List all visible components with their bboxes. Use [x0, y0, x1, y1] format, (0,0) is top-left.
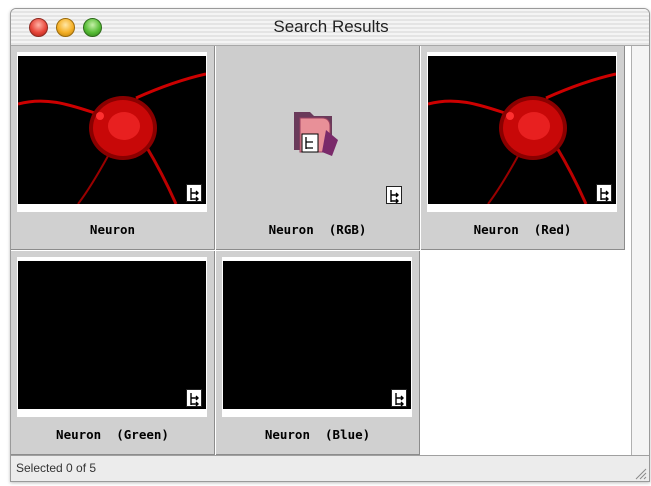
black-image	[18, 261, 206, 409]
result-label: Neuron (RGB)	[268, 222, 367, 237]
vertical-scrollbar[interactable]	[632, 46, 649, 455]
thumbnail	[427, 52, 617, 212]
neuron-image	[428, 56, 616, 204]
black-image	[223, 261, 411, 409]
result-label: Neuron (Blue)	[264, 427, 371, 442]
result-item-neuron-green[interactable]: Neuron (Green)	[11, 251, 215, 455]
alias-badge-icon	[186, 389, 202, 407]
neuron-image	[18, 56, 206, 204]
thumbnail	[17, 257, 207, 417]
result-item-neuron[interactable]: Neuron	[11, 46, 215, 250]
alias-badge-icon	[386, 186, 402, 204]
selection-status: Selected 0 of 5	[16, 461, 97, 475]
result-item-neuron-rgb[interactable]: Neuron (RGB)	[216, 46, 420, 250]
result-label: Neuron	[89, 222, 136, 237]
thumbnail	[222, 257, 412, 417]
status-bar: Selected 0 of 5	[11, 455, 649, 481]
result-item-neuron-red[interactable]: Neuron (Red)	[421, 46, 625, 250]
title-bar[interactable]: Search Results	[11, 9, 649, 46]
alias-badge-icon	[596, 184, 612, 202]
alias-badge-icon	[391, 389, 407, 407]
window-title: Search Results	[273, 17, 389, 36]
result-label: Neuron (Green)	[56, 427, 169, 442]
resize-grip-icon[interactable]	[633, 465, 647, 480]
result-item-neuron-blue[interactable]: Neuron (Blue)	[216, 251, 420, 455]
thumbnail	[17, 52, 207, 212]
search-results-window: Search Results Neuron Neuron (RGB) Neuro…	[10, 8, 650, 482]
close-button[interactable]	[29, 18, 48, 37]
minimize-button[interactable]	[56, 18, 75, 37]
alias-badge-icon	[186, 184, 202, 202]
folder-icon	[286, 100, 346, 160]
result-label: Neuron (Red)	[473, 222, 572, 237]
zoom-button[interactable]	[83, 18, 102, 37]
results-grid: Neuron Neuron (RGB) Neuron (Red) Neuron …	[11, 46, 632, 455]
